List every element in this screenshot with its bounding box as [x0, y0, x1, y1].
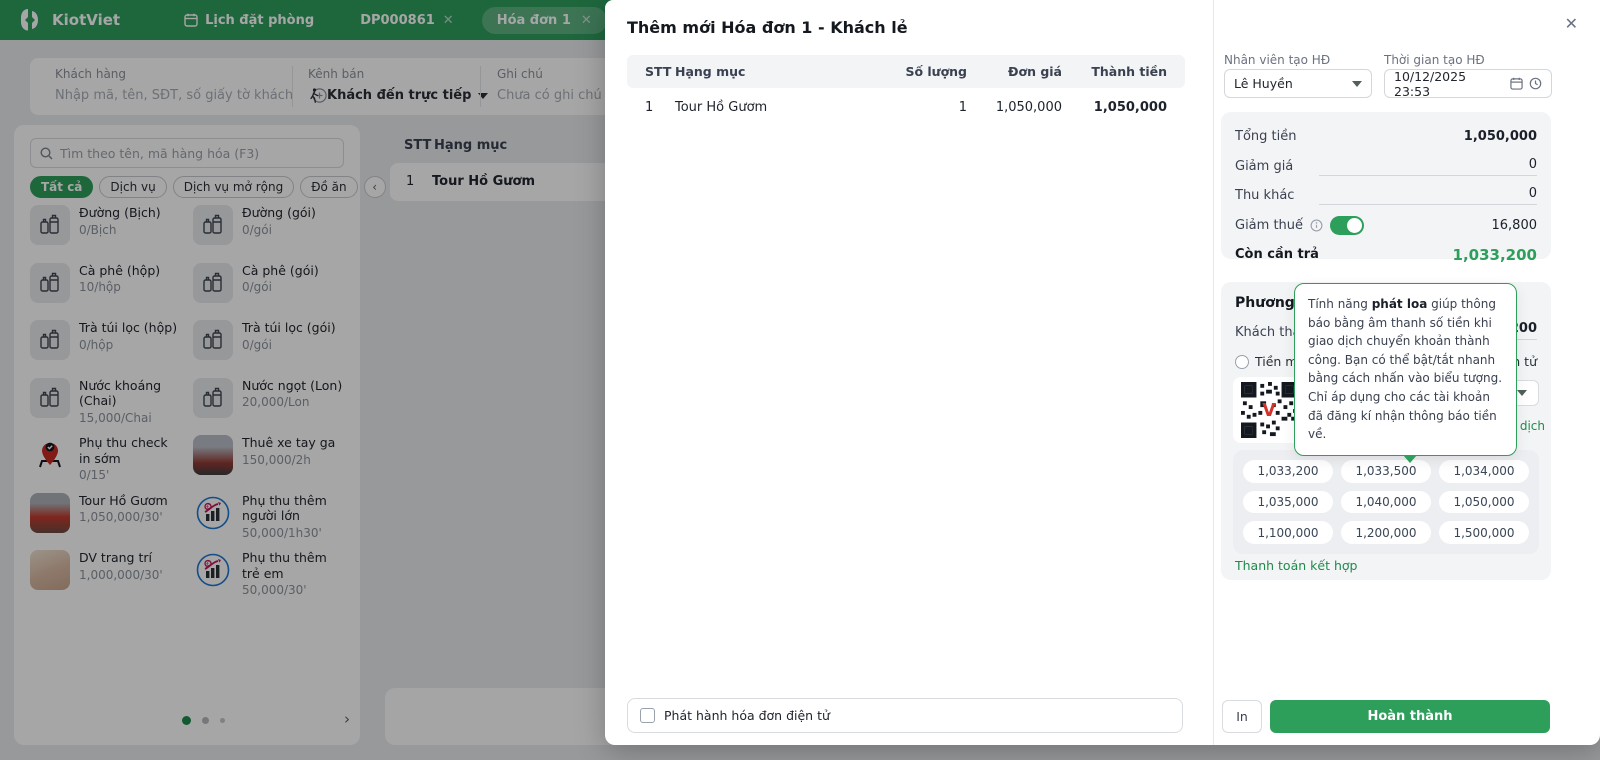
time-label: Thời gian tạo HĐ [1384, 53, 1485, 67]
other-fee-input[interactable]: 0 [1319, 186, 1537, 206]
radio-icon [1235, 354, 1249, 369]
amount-chip[interactable]: 1,200,000 [1341, 521, 1431, 544]
combined-payment-link[interactable]: Thanh toán kết hợp [1235, 558, 1357, 573]
tax-value: 16,800 [1491, 217, 1538, 233]
new-invoice-modal: Thêm mới Hóa đơn 1 - Khách lẻ ✕ STT Hạng… [605, 0, 1600, 745]
invoice-table-header: STT Hạng mục Số lượng Đơn giá Thành tiền [627, 55, 1185, 88]
totals-summary: Tổng tiền 1,050,000 Giảm giá 0 Thu khác 0 G… [1221, 112, 1551, 264]
tax-toggle-on[interactable] [1330, 215, 1365, 235]
due-label: Còn cần trả [1235, 247, 1319, 263]
time-field[interactable]: 10/12/2025 23:53 [1384, 69, 1552, 99]
complete-button[interactable]: Hoàn thành [1270, 700, 1550, 733]
einvoice-label: Phát hành hóa đơn điện tử [664, 708, 830, 723]
checkbox-icon[interactable] [640, 708, 655, 723]
amount-chip[interactable]: 1,100,000 [1243, 521, 1333, 544]
tax-reduction-label: Giảm thuế [1235, 217, 1304, 233]
due-value: 1,033,200 [1452, 245, 1537, 264]
amount-chip[interactable]: 1,033,500 [1341, 460, 1431, 483]
quick-amounts: 1,033,200 1,033,500 1,034,000 1,035,000 … [1233, 450, 1539, 554]
staff-select[interactable]: Lê Huyền [1224, 69, 1372, 98]
other-fee-label: Thu khác [1235, 188, 1295, 204]
info-icon[interactable] [1310, 219, 1323, 232]
modal-title: Thêm mới Hóa đơn 1 - Khách lẻ [627, 18, 908, 37]
chevron-down-icon [1517, 390, 1527, 396]
amount-chip[interactable]: 1,033,200 [1243, 460, 1333, 483]
amount-chip[interactable]: 1,050,000 [1439, 490, 1529, 514]
discount-label: Giảm giá [1235, 158, 1294, 174]
amount-chip[interactable]: 1,500,000 [1439, 521, 1529, 544]
svg-text:V: V [1262, 401, 1276, 421]
amount-chip[interactable]: 1,040,000 [1341, 490, 1431, 514]
print-button[interactable]: In [1222, 700, 1262, 733]
payment-sidebar: Nhân viên tạo HĐ Lê Huyền Thời gian tạo … [1213, 0, 1600, 745]
tooltip-arrow [1403, 454, 1417, 463]
total-value: 1,050,000 [1463, 129, 1537, 145]
amount-chip[interactable]: 1,035,000 [1243, 490, 1333, 514]
total-label: Tổng tiền [1235, 129, 1297, 145]
clock-icon[interactable] [1529, 77, 1542, 90]
discount-input[interactable]: 0 [1319, 157, 1537, 176]
invoice-table-row[interactable]: 1 Tour Hồ Gươm 1 1,050,000 1,050,000 [627, 90, 1185, 124]
speaker-feature-tooltip: Tính năng phát loa giúp thông báo bằng â… [1294, 283, 1517, 463]
einvoice-checkbox-row[interactable]: Phát hành hóa đơn điện tử [627, 698, 1183, 733]
calendar-icon[interactable] [1510, 77, 1523, 90]
chevron-down-icon [1352, 80, 1362, 87]
amount-chip[interactable]: 1,034,000 [1439, 460, 1529, 483]
staff-label: Nhân viên tạo HĐ [1224, 53, 1331, 67]
